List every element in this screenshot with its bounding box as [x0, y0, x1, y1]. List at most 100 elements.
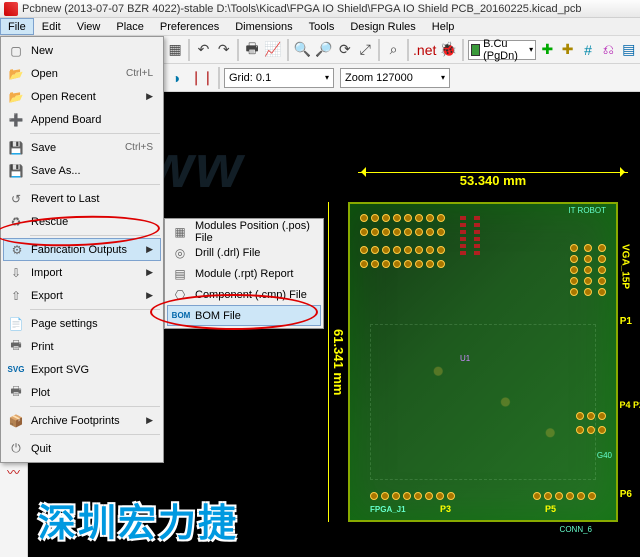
menu-item-save[interactable]: 💾SaveCtrl+S — [3, 136, 161, 159]
plot-button[interactable]: 📈 — [263, 38, 282, 62]
menu-item-open-recent[interactable]: 📂Open Recent▶ — [3, 85, 161, 108]
menu-item-label: Save — [31, 142, 56, 154]
microwave-toolbar-icon[interactable]: 〰 — [3, 460, 25, 482]
grid-selector[interactable]: Grid: 0.1 ▾ — [224, 68, 334, 88]
drc-button[interactable]: 🐞 — [439, 38, 458, 62]
menu-item-label: Archive Footprints — [31, 415, 120, 427]
netlist-button[interactable]: .net — [413, 38, 437, 62]
menu-separator — [30, 133, 160, 134]
menu-item-label: Export SVG — [31, 364, 89, 376]
trackwidth-button[interactable]: ❘❘ — [190, 66, 214, 90]
menu-item-archive-footprints[interactable]: 📦Archive Footprints▶ — [3, 409, 161, 432]
separator — [407, 39, 409, 61]
rescue-icon: ♻ — [7, 213, 25, 231]
menu-item-label: Rescue — [31, 216, 68, 228]
open-icon: 📂 — [7, 65, 25, 83]
menu-item-label: Print — [31, 341, 54, 353]
menu-dimensions[interactable]: Dimensions — [227, 18, 300, 35]
scripting-button[interactable]: ▤ — [620, 38, 638, 62]
submenu-item-modules-position-pos-file[interactable]: ▦Modules Position (.pos) File — [167, 221, 321, 242]
layer-color-swatch — [471, 44, 480, 56]
submenu-item-label: Modules Position (.pos) File — [195, 220, 313, 244]
menu-file[interactable]: File — [0, 18, 34, 35]
silk-p1: P1 — [620, 316, 632, 327]
zoom-selector[interactable]: Zoom 127000 ▾ — [340, 68, 450, 88]
layer-selector[interactable]: B.Cu (PgDn) ▾ — [468, 40, 536, 60]
menubar: File Edit View Place Preferences Dimensi… — [0, 18, 640, 36]
zoom-in-button[interactable]: 🔍 — [293, 38, 312, 62]
mode-footprint-button[interactable]: ✚ — [538, 38, 556, 62]
submenu-item-component-cmp-file[interactable]: ⎔Component (.cmp) File — [167, 284, 321, 305]
menu-place[interactable]: Place — [108, 18, 152, 35]
print-icon: 🖶 — [7, 338, 25, 356]
append-icon: ➕ — [7, 111, 25, 129]
zoom-out-button[interactable]: 🔎 — [314, 38, 333, 62]
page-icon: 📄 — [7, 315, 25, 333]
menu-separator — [30, 434, 160, 435]
menu-item-append-board[interactable]: ➕Append Board — [3, 108, 161, 131]
save-as-icon: 💾 — [7, 162, 25, 180]
pcb-board[interactable]: IT ROBOT VGA_15P P1 P4 P2 P6 P3 P5 FPGA_… — [348, 202, 618, 522]
menu-item-print[interactable]: 🖶 Print — [3, 335, 161, 358]
silk-p4p2: P4 P2 — [619, 400, 640, 410]
menu-edit[interactable]: Edit — [34, 18, 69, 35]
menu-preferences[interactable]: Preferences — [152, 18, 227, 35]
window-title: Pcbnew (2013-07-07 BZR 4022)-stable D:\T… — [22, 3, 581, 15]
menu-item-label: Save As... — [31, 165, 81, 177]
menu-item-open[interactable]: 📂OpenCtrl+L — [3, 62, 161, 85]
menu-help[interactable]: Help — [424, 18, 463, 35]
menu-item-fabrication-outputs[interactable]: ⚙Fabrication Outputs▶ — [3, 238, 161, 261]
module-editor-button[interactable]: ▦ — [166, 38, 184, 62]
menu-item-save-as-[interactable]: 💾 Save As... — [3, 159, 161, 182]
separator — [378, 39, 380, 61]
menu-item-page-settings[interactable]: 📄 Page settings — [3, 312, 161, 335]
menu-item-export[interactable]: ⇧Export▶ — [3, 284, 161, 307]
redo-button[interactable]: ↷ — [215, 38, 233, 62]
menu-separator — [30, 406, 160, 407]
submenu-item-module-rpt-report[interactable]: ▤ Module (.rpt) Report — [167, 263, 321, 284]
freeroute-button[interactable]: ⎌ — [599, 38, 617, 62]
menu-tools[interactable]: Tools — [301, 18, 343, 35]
chevron-down-icon: ▾ — [441, 73, 445, 82]
titlebar: Pcbnew (2013-07-07 BZR 4022)-stable D:\T… — [0, 0, 640, 18]
submenu-item-label: BOM File — [195, 310, 241, 322]
new-icon: ▢ — [7, 42, 25, 60]
print-button[interactable]: 🖶 — [243, 38, 261, 62]
submenu-item-label: Module (.rpt) Report — [195, 268, 293, 280]
find-button[interactable]: ⌕ — [384, 38, 402, 62]
menu-item-quit[interactable]: ⏻Quit — [3, 437, 161, 460]
plot-icon: 🖶 — [7, 384, 25, 402]
bom-icon: BOM — [172, 307, 190, 325]
submenu-item-bom-file[interactable]: BOM BOM File — [167, 305, 321, 326]
menu-item-label: Page settings — [31, 318, 98, 330]
cmp-icon: ⎔ — [171, 286, 189, 304]
menu-item-new[interactable]: ▢ New — [3, 39, 161, 62]
undo-button[interactable]: ↶ — [194, 38, 212, 62]
menu-item-export-svg[interactable]: SVG Export SVG — [3, 358, 161, 381]
router-button[interactable]: # — [579, 38, 597, 62]
chevron-down-icon: ▾ — [529, 45, 533, 54]
silk-p5: P5 — [545, 504, 556, 514]
zoom-fit-button[interactable]: ⤢ — [356, 38, 374, 62]
zoom-redraw-button[interactable]: ⟳ — [336, 38, 354, 62]
menu-item-import[interactable]: ⇩Import▶ — [3, 261, 161, 284]
open-recent-icon: 📂 — [7, 88, 25, 106]
svg-icon: SVG — [7, 361, 25, 379]
via-button[interactable]: ◑ — [164, 66, 188, 90]
menu-item-label: New — [31, 45, 53, 57]
export-icon: ⇧ — [7, 287, 25, 305]
menu-item-label: Plot — [31, 387, 50, 399]
menu-separator — [30, 184, 160, 185]
revert-icon: ↺ — [7, 190, 25, 208]
menu-item-revert-to-last[interactable]: ↺Revert to Last — [3, 187, 161, 210]
mode-track-button[interactable]: ✚ — [558, 38, 576, 62]
menu-design-rules[interactable]: Design Rules — [342, 18, 423, 35]
menu-item-label: Quit — [31, 443, 51, 455]
menu-item-rescue[interactable]: ♻ Rescue — [3, 210, 161, 233]
menu-view[interactable]: View — [69, 18, 109, 35]
submenu-item-drill-drl-file[interactable]: ◎Drill (.drl) File — [167, 242, 321, 263]
rpt-icon: ▤ — [171, 265, 189, 283]
separator — [287, 39, 289, 61]
file-menu: ▢ New 📂OpenCtrl+L📂Open Recent▶➕Append Boar… — [0, 36, 164, 463]
menu-item-plot[interactable]: 🖶 Plot — [3, 381, 161, 404]
